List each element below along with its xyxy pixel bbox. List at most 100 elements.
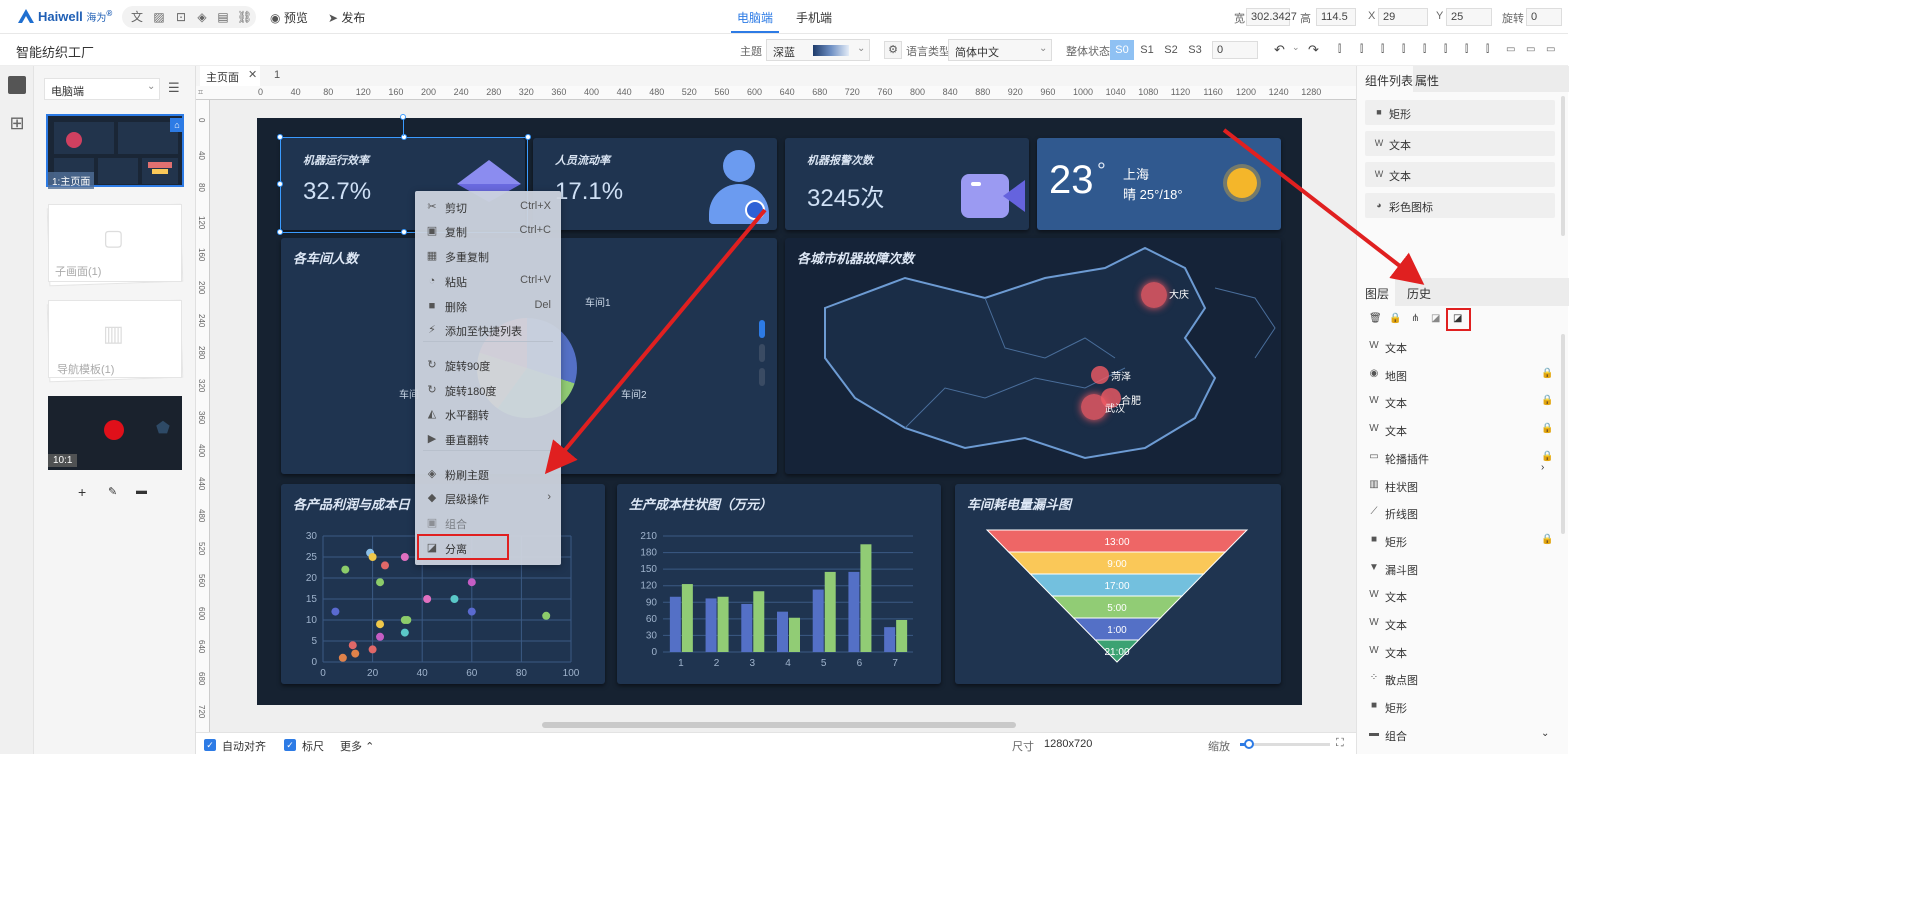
lock-icon[interactable]: ⌄ [1541,728,1549,739]
vertical-ruler[interactable]: 0 40 80 120 160 200 240 280 320 360 400 440 480 520 56… [196,100,210,734]
lock-icon[interactable]: 🔒 [1541,395,1553,406]
menu-item-flip-v[interactable]: ▶ 垂直翻转 [415,427,561,451]
tab-mobile[interactable]: 手机端 [796,9,832,26]
x-field[interactable]: 29 [1378,8,1428,26]
menu-item-shortcut[interactable]: ⚡ 添加至快捷列表 [415,318,561,342]
gear-icon[interactable]: ⚙ [884,41,902,59]
layer-row[interactable]: ■ 矩形 🔒 [1357,527,1557,554]
tab-desktop[interactable]: 电脑端 [737,9,773,26]
publish-button[interactable]: ➤ 发布 [328,9,365,26]
align-left-icon[interactable]: ⫿ [1338,44,1341,55]
same-width-icon[interactable]: ▭ [1506,44,1515,55]
lock-icon[interactable]: 🔒 [1541,368,1553,379]
undo-icon[interactable]: ↶ [1274,42,1285,58]
same-size-icon[interactable]: ▭ [1546,44,1555,55]
layer-row[interactable]: W 文本 [1357,582,1557,609]
component-item[interactable]: W 文本 [1365,131,1555,156]
width-field[interactable]: 302.3427 [1246,8,1297,26]
kpi-machine-alarms[interactable]: 机器报警次数 3245次 [785,138,1029,230]
align-center-h-icon[interactable]: ⫿ [1423,44,1426,55]
zoom-slider-thumb[interactable] [1244,739,1254,749]
component-scrollbar[interactable] [1561,96,1565,236]
menu-item-rotate90[interactable]: ↻ 旋转90度 [415,353,561,377]
components-icon[interactable]: ⊞ [6,112,28,134]
tab-history[interactable]: 历史 [1407,285,1431,302]
lock-icon[interactable]: 🔒 [1541,534,1553,545]
map-hotspot[interactable] [1091,366,1109,384]
theme-select[interactable]: 深蓝 ⌄ [766,39,870,61]
resize-handle[interactable] [401,229,407,235]
component-item[interactable]: W 文本 [1365,162,1555,187]
bar-panel[interactable]: 生产成本柱状图（万元） 0 30 60 90 120 150 180 210 1 2 3 4 5 6 7 [617,484,941,684]
close-icon[interactable]: ✕ [248,68,257,81]
layer-row[interactable]: W 文本 [1357,638,1557,665]
chevron-down-icon[interactable]: ⌄ [1292,42,1300,53]
y-field[interactable]: 25 [1446,8,1492,26]
menu-item-brush[interactable]: ◈ 粉刷主题 [415,462,561,486]
layer-row[interactable]: ▭ 轮播插件 🔒 › [1357,444,1557,473]
height-field[interactable]: 114.5 [1316,8,1356,26]
state-s3[interactable]: S3 [1184,40,1206,60]
state-s2[interactable]: S2 [1160,40,1182,60]
menu-item-rotate180[interactable]: ↻ 旋转180度 [415,378,561,402]
group-icon[interactable]: ◪ [1431,313,1440,324]
state-s1[interactable]: S1 [1136,40,1158,60]
lock-icon[interactable]: 🔒 [1541,423,1553,434]
translate-icon[interactable]: 文 [130,10,144,24]
code-icon[interactable]: ⊡ [174,10,188,24]
device-select[interactable]: 电脑端 ⌄ [44,78,160,100]
align-center-v-icon[interactable]: ⫿ [1444,44,1447,55]
page-thumb-nav[interactable]: ▥ 导航模板(1) [48,300,182,378]
align-bottom-icon[interactable]: ⫿ [1402,44,1405,55]
menu-item-layers[interactable]: ◆ 层级操作 › [415,486,561,510]
layer-row[interactable]: ⁘ 散点图 [1357,665,1557,692]
stack-icon[interactable]: ◈ [195,10,209,24]
resize-handle[interactable] [277,134,283,140]
distribute-h-icon[interactable]: ⫿ [1465,44,1468,55]
zoom-slider[interactable] [1240,739,1330,749]
page-thumb-sub[interactable]: ▢ 子画面(1) [48,204,182,282]
horizontal-ruler[interactable]: 0 40 80 120 160 200 240 280 320 360 400 440 480 520 56… [196,86,1356,100]
map-hotspot[interactable] [1081,394,1107,420]
lock-icon[interactable]: 🔒 › [1541,451,1557,473]
menu-item-paste[interactable]: ◔ 粘贴 Ctrl+V [415,269,561,293]
menu-item-multi-copy[interactable]: ▦ 多重复制 [415,244,561,268]
fit-screen-icon[interactable]: ⛶ [1336,737,1344,750]
image-icon[interactable]: ▨ [152,10,166,24]
tab-properties[interactable]: 属性 [1413,72,1439,89]
language-select[interactable]: 简体中文 ⌄ [948,39,1052,61]
tab-layers[interactable]: 图层 [1357,278,1395,306]
state-input[interactable]: 0 [1212,41,1258,59]
pages-icon[interactable] [8,76,26,94]
hierarchy-icon[interactable]: ⋔ [1411,313,1419,324]
tab-main-page[interactable]: 主页面 ✕ [200,66,260,86]
rotate-field[interactable]: 0 [1526,8,1562,26]
menu-item-group[interactable]: ▣ 组合 [415,511,561,535]
menu-item-delete[interactable]: ■ 删除 Del [415,294,561,318]
funnel-panel[interactable]: 车间耗电量漏斗图 13:00 9:00 17:00 5:00 1:00 21:00 [955,484,1281,684]
same-height-icon[interactable]: ▭ [1526,44,1535,55]
auto-align-checkbox[interactable]: ✓ [204,737,216,751]
layer-row[interactable]: ▼ 漏斗图 [1357,555,1557,582]
menu-item-cut[interactable]: ✂ 剪切 Ctrl+X [415,195,561,219]
layer-row[interactable]: ⟋ 折线图 [1357,499,1557,526]
menu-item-flip-h[interactable]: ◭ 水平翻转 [415,402,561,426]
tab-component-list[interactable]: 组件列表 [1357,66,1413,92]
dashboard-canvas[interactable]: 机器运行效率 32.7% 人员流动率 17.1% 机器报警次数 3245次 23… [257,114,1302,705]
ruler-checkbox[interactable]: ✓ [284,737,296,751]
layer-row[interactable]: ▬ 组合 ⌄ [1357,721,1557,748]
layer-row[interactable]: W 文本 🔒 [1357,416,1557,443]
state-s0[interactable]: S0 [1110,40,1134,60]
resize-handle[interactable] [277,181,283,187]
carousel-dot[interactable] [759,344,765,362]
layer-row[interactable]: W 文本 [1357,333,1557,360]
resize-handle[interactable] [277,229,283,235]
page-thumb-popup[interactable]: ⬟ 10:1 [48,396,182,470]
more-button[interactable]: 更多 ⌃ [340,738,374,754]
align-right-icon[interactable]: ⫿ [1381,44,1384,55]
layer-scrollbar[interactable] [1561,334,1565,534]
resize-handle[interactable] [401,134,407,140]
page-thumb-main[interactable]: ⌂ 1:主页面 [46,114,184,189]
doc-icon[interactable]: ▤ [216,10,230,24]
layer-row[interactable]: ■ 矩形 [1357,693,1557,720]
